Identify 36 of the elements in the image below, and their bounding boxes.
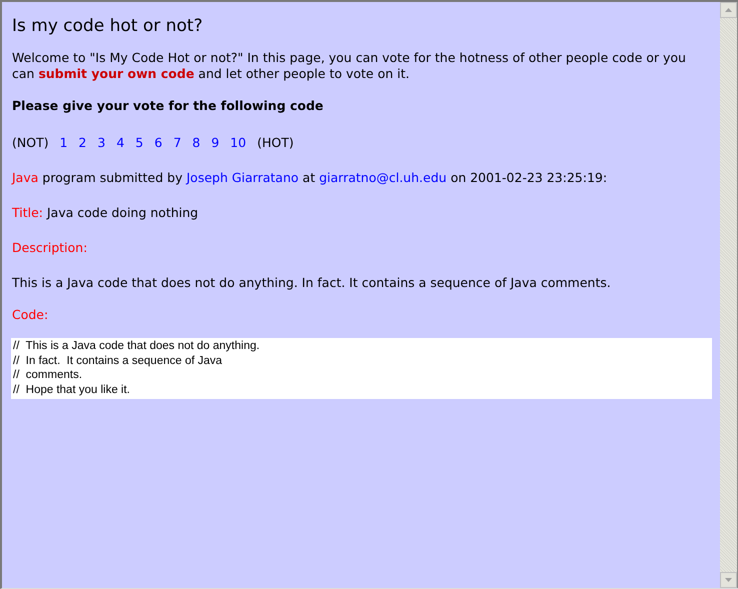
vote-link[interactable]: 8 <box>192 135 200 150</box>
vote-link[interactable]: 10 <box>230 135 246 150</box>
date-text: on 2001-02-23 23:25:19: <box>450 170 608 185</box>
author-link[interactable]: Joseph Giarratano <box>186 170 299 185</box>
vote-link[interactable]: 4 <box>116 135 124 150</box>
scroll-up-button[interactable] <box>720 2 737 18</box>
title-value: Java code doing nothing <box>47 205 198 220</box>
vote-link[interactable]: 1 <box>60 135 68 150</box>
code-line: // comments. <box>13 368 84 382</box>
at-text: at <box>302 170 316 185</box>
vote-prompt: Please give your vote for the following code <box>12 98 324 113</box>
not-label: (NOT) <box>12 135 49 150</box>
vote-link[interactable]: 3 <box>98 135 106 150</box>
vote-link[interactable]: 2 <box>78 135 86 150</box>
code-label: Code: <box>12 307 48 322</box>
vote-link[interactable]: 7 <box>173 135 182 150</box>
hot-label: (HOT) <box>257 135 294 150</box>
submitted-by-text: program submitted by <box>42 170 182 185</box>
vote-link[interactable]: 5 <box>135 135 144 150</box>
language-label: Java <box>12 170 38 185</box>
description-label: Description: <box>12 240 88 255</box>
down-arrow-icon <box>725 578 732 582</box>
scrollbar-track[interactable] <box>720 2 738 588</box>
email-link[interactable]: giarratno@cl.uh.edu <box>319 170 447 185</box>
submit-code-link[interactable]: submit your own code <box>38 66 194 81</box>
intro-paragraph: Welcome to "Is My Code Hot or not?" In this page, you can vote for the hotness of other people code or you can submit your own code and let other people to vote on it. <box>12 50 687 82</box>
code-line: // This is a Java code that does not do anything. <box>13 339 261 354</box>
page-heading: Is my code hot or not? <box>12 16 204 36</box>
vote-link[interactable]: 9 <box>211 135 220 150</box>
code-line: // In fact. It contains a sequence of Java <box>13 354 224 368</box>
scroll-down-button[interactable] <box>720 572 737 588</box>
title-label: Title: <box>12 205 43 220</box>
description-text: This is a Java code that does not do anything. In fact. It contains a sequence of Java comments. <box>12 275 612 291</box>
vote-link[interactable]: 6 <box>154 135 162 150</box>
up-arrow-icon <box>725 8 732 12</box>
code-line: // Hope that you like it. <box>13 382 131 397</box>
